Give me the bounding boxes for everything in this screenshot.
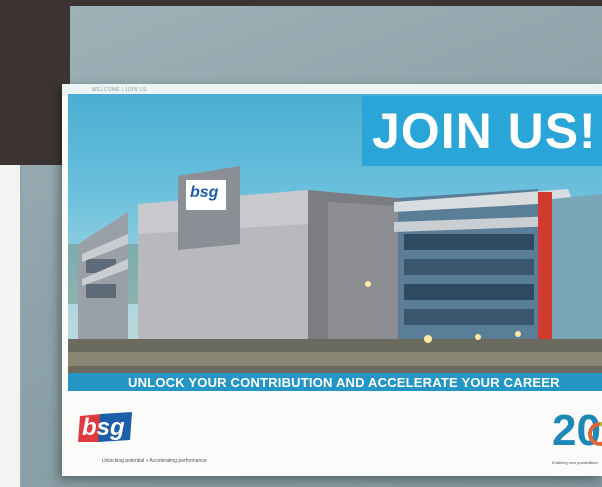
page-header-text: WELCOME | JOIN US <box>92 87 147 93</box>
career-banner-text: UNLOCK YOUR CONTRIBUTION AND ACCELERATE … <box>128 375 560 390</box>
tagline: Unlocking potential » Accelerating perfo… <box>102 458 207 464</box>
building-sign: bsg <box>186 180 226 210</box>
join-us-heading: JOIN US! <box>372 103 597 159</box>
join-us-box: JOIN US! <box>362 96 602 166</box>
white-frame-edge <box>0 165 20 487</box>
building-photo: bsg JOIN US! <box>68 94 602 377</box>
anniversary-subtext: Enabling new possibilities <box>552 460 598 465</box>
anniversary-logo: 20 <box>552 406 602 460</box>
anniversary-swirl-icon <box>588 422 602 446</box>
bsg-logo-text: bsg <box>82 414 125 441</box>
brochure-page: WELCOME | JOIN US bsg JOIN US! UNLOCK YO… <box>62 84 602 476</box>
building-sign-text: bsg <box>190 184 219 201</box>
career-banner: UNLOCK YOUR CONTRIBUTION AND ACCELERATE … <box>68 373 602 391</box>
dark-frame-corner <box>0 0 70 165</box>
bsg-logo: bsg <box>76 412 136 444</box>
